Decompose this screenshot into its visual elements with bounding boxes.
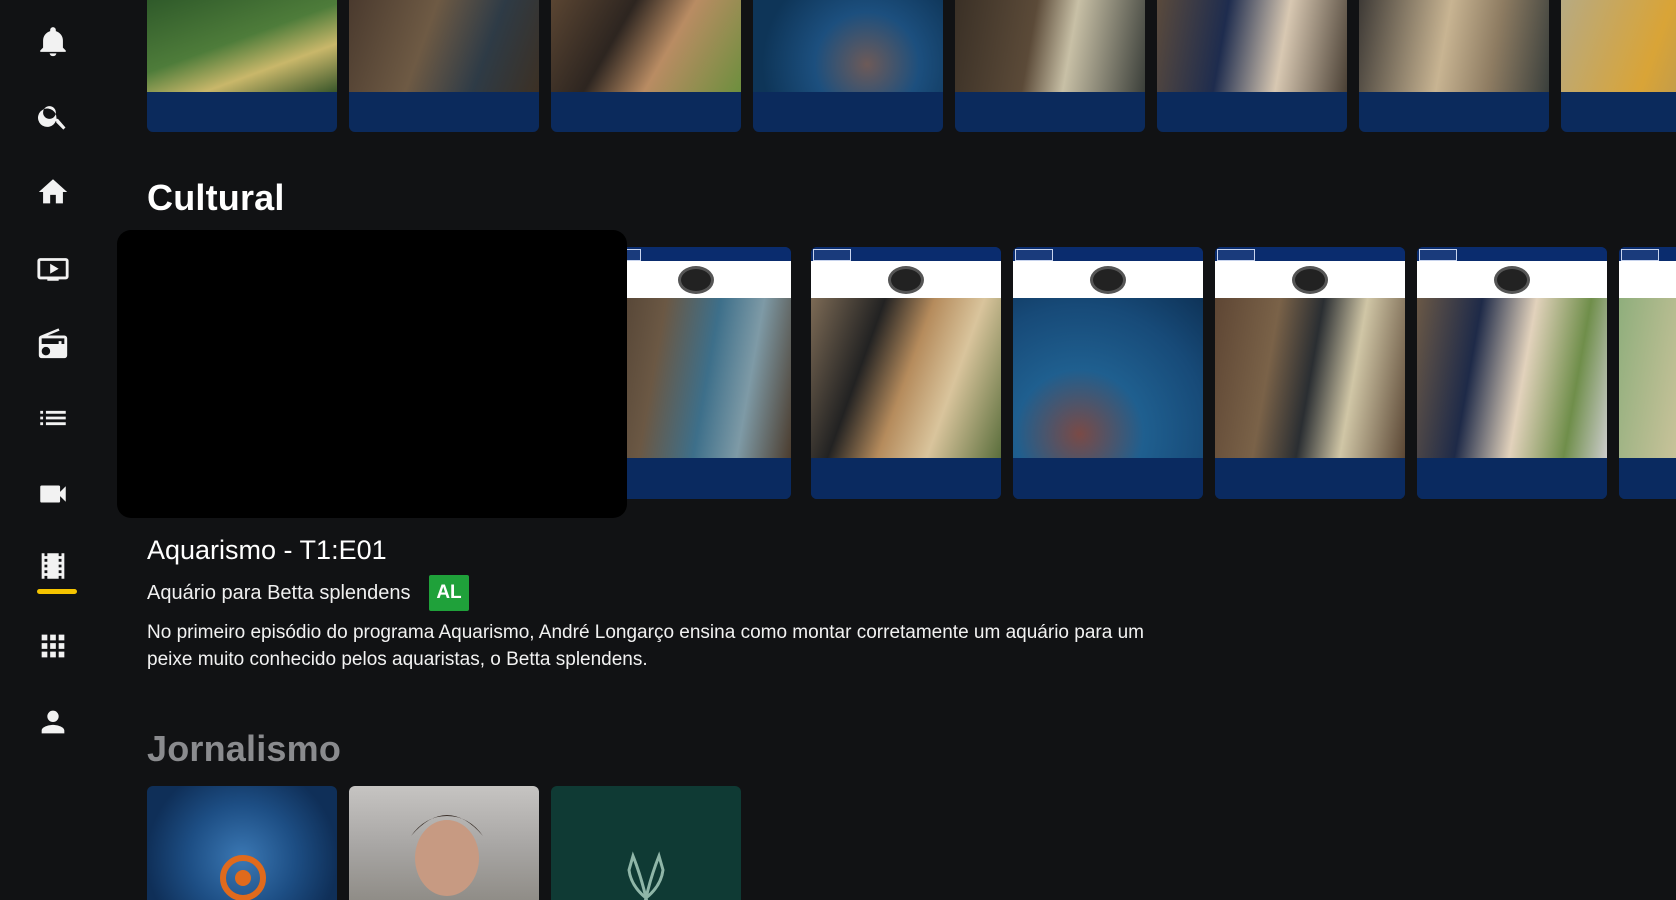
video-card[interactable]: [1359, 0, 1549, 132]
video-card[interactable]: [349, 786, 539, 900]
person-icon: [41, 710, 65, 734]
sidebar-item-tv[interactable]: [23, 238, 83, 298]
sidebar-item-apps[interactable]: [23, 616, 83, 676]
home-icon: [38, 179, 68, 204]
sun-emblem-icon: [220, 855, 266, 900]
sidebar-item-video[interactable]: [23, 464, 83, 524]
jornalismo-row: [147, 786, 1676, 900]
sidebar-item-movies[interactable]: [23, 536, 83, 596]
previous-section-row: [147, 0, 1676, 134]
video-card[interactable]: [1619, 247, 1676, 499]
sidebar-item-home[interactable]: [23, 162, 83, 222]
channel-logo-icon: [888, 265, 924, 294]
video-card[interactable]: [626, 247, 791, 499]
sidebar: [0, 0, 106, 900]
search-icon: [38, 106, 66, 130]
channel-logo-icon: [1292, 265, 1328, 294]
video-card[interactable]: [1215, 247, 1405, 499]
list-icon: [40, 410, 66, 426]
video-card[interactable]: [811, 247, 1001, 499]
video-camera-icon: [40, 485, 66, 503]
bell-icon: [40, 27, 66, 57]
sidebar-item-list[interactable]: [23, 388, 83, 448]
video-card[interactable]: [955, 0, 1145, 132]
video-card[interactable]: [1157, 0, 1347, 132]
channel-logo-icon: [678, 265, 714, 294]
featured-description: No primeiro episódio do programa Aquaris…: [147, 622, 1144, 670]
video-card[interactable]: [551, 786, 741, 900]
video-card[interactable]: [1561, 0, 1676, 132]
video-card[interactable]: [349, 0, 539, 132]
section-title-jornalismo: Jornalismo: [147, 728, 342, 769]
video-card[interactable]: [147, 786, 337, 900]
featured-title: Aquarismo - T1:E01: [147, 535, 387, 565]
sidebar-item-search[interactable]: [23, 86, 83, 146]
person-photo-icon: [411, 815, 483, 896]
tv-icon: [37, 258, 69, 281]
section-title-cultural: Cultural: [147, 177, 285, 218]
video-card[interactable]: [753, 0, 943, 132]
sidebar-item-radio[interactable]: [23, 314, 83, 374]
featured-subtitle: Aquário para Betta splendens: [147, 582, 411, 604]
film-icon: [41, 553, 65, 579]
video-card[interactable]: [147, 0, 337, 132]
channel-logo-icon: [1494, 265, 1530, 294]
channel-logo-icon: [1090, 265, 1126, 294]
video-card[interactable]: [551, 0, 741, 132]
age-rating-badge: AL: [429, 575, 469, 611]
leaf-logo-icon: [627, 851, 665, 900]
sidebar-item-notifications[interactable]: [23, 12, 83, 72]
radio-icon: [38, 328, 68, 359]
video-card[interactable]: [1013, 247, 1203, 499]
featured-video-preview[interactable]: [117, 230, 627, 518]
grid-icon: [41, 634, 65, 658]
sidebar-item-profile[interactable]: [23, 692, 83, 752]
video-card[interactable]: [1417, 247, 1607, 499]
cultural-row: [626, 247, 1676, 503]
